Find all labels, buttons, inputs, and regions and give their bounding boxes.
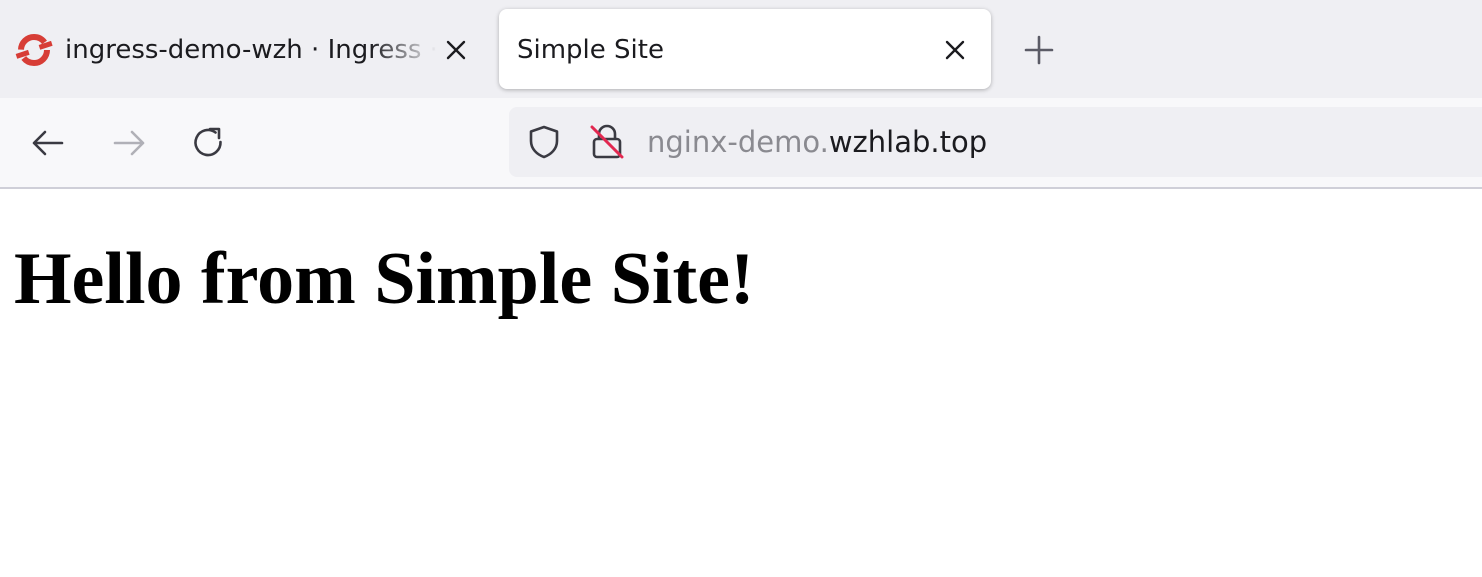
tab-strip: ingress-demo-wzh · Ingress · YAML Simple… <box>0 0 1482 98</box>
address-bar[interactable]: nginx-demo.wzhlab.top <box>509 107 1482 177</box>
tab-simple-site[interactable]: Simple Site <box>499 9 991 89</box>
close-tab-icon[interactable] <box>940 35 970 65</box>
url-domain: wzhlab.top <box>828 125 988 159</box>
url-text[interactable]: nginx-demo.wzhlab.top <box>647 123 987 161</box>
arrow-left-icon <box>32 130 64 156</box>
forward-button[interactable] <box>108 122 150 164</box>
arrow-right-icon <box>113 130 145 156</box>
page-heading: Hello from Simple Site! <box>14 238 755 320</box>
navigation-toolbar: nginx-demo.wzhlab.top <box>0 98 1482 189</box>
reload-icon <box>194 127 222 157</box>
close-tab-icon[interactable] <box>441 35 471 65</box>
tab-title: Simple Site <box>517 35 664 65</box>
url-subdomain: nginx-demo. <box>647 125 829 159</box>
tab-ingress[interactable]: ingress-demo-wzh · Ingress · YAML <box>0 8 490 90</box>
tab-title: ingress-demo-wzh · Ingress · YAML <box>65 35 437 65</box>
reload-button[interactable] <box>188 122 230 164</box>
openshift-logo-icon <box>14 30 54 70</box>
new-tab-button[interactable] <box>1019 30 1059 70</box>
insecure-lock-icon[interactable] <box>588 123 626 161</box>
shield-icon[interactable] <box>525 123 563 161</box>
back-button[interactable] <box>27 122 69 164</box>
page-content: Hello from Simple Site! <box>0 189 1482 577</box>
plus-icon <box>1024 35 1054 65</box>
